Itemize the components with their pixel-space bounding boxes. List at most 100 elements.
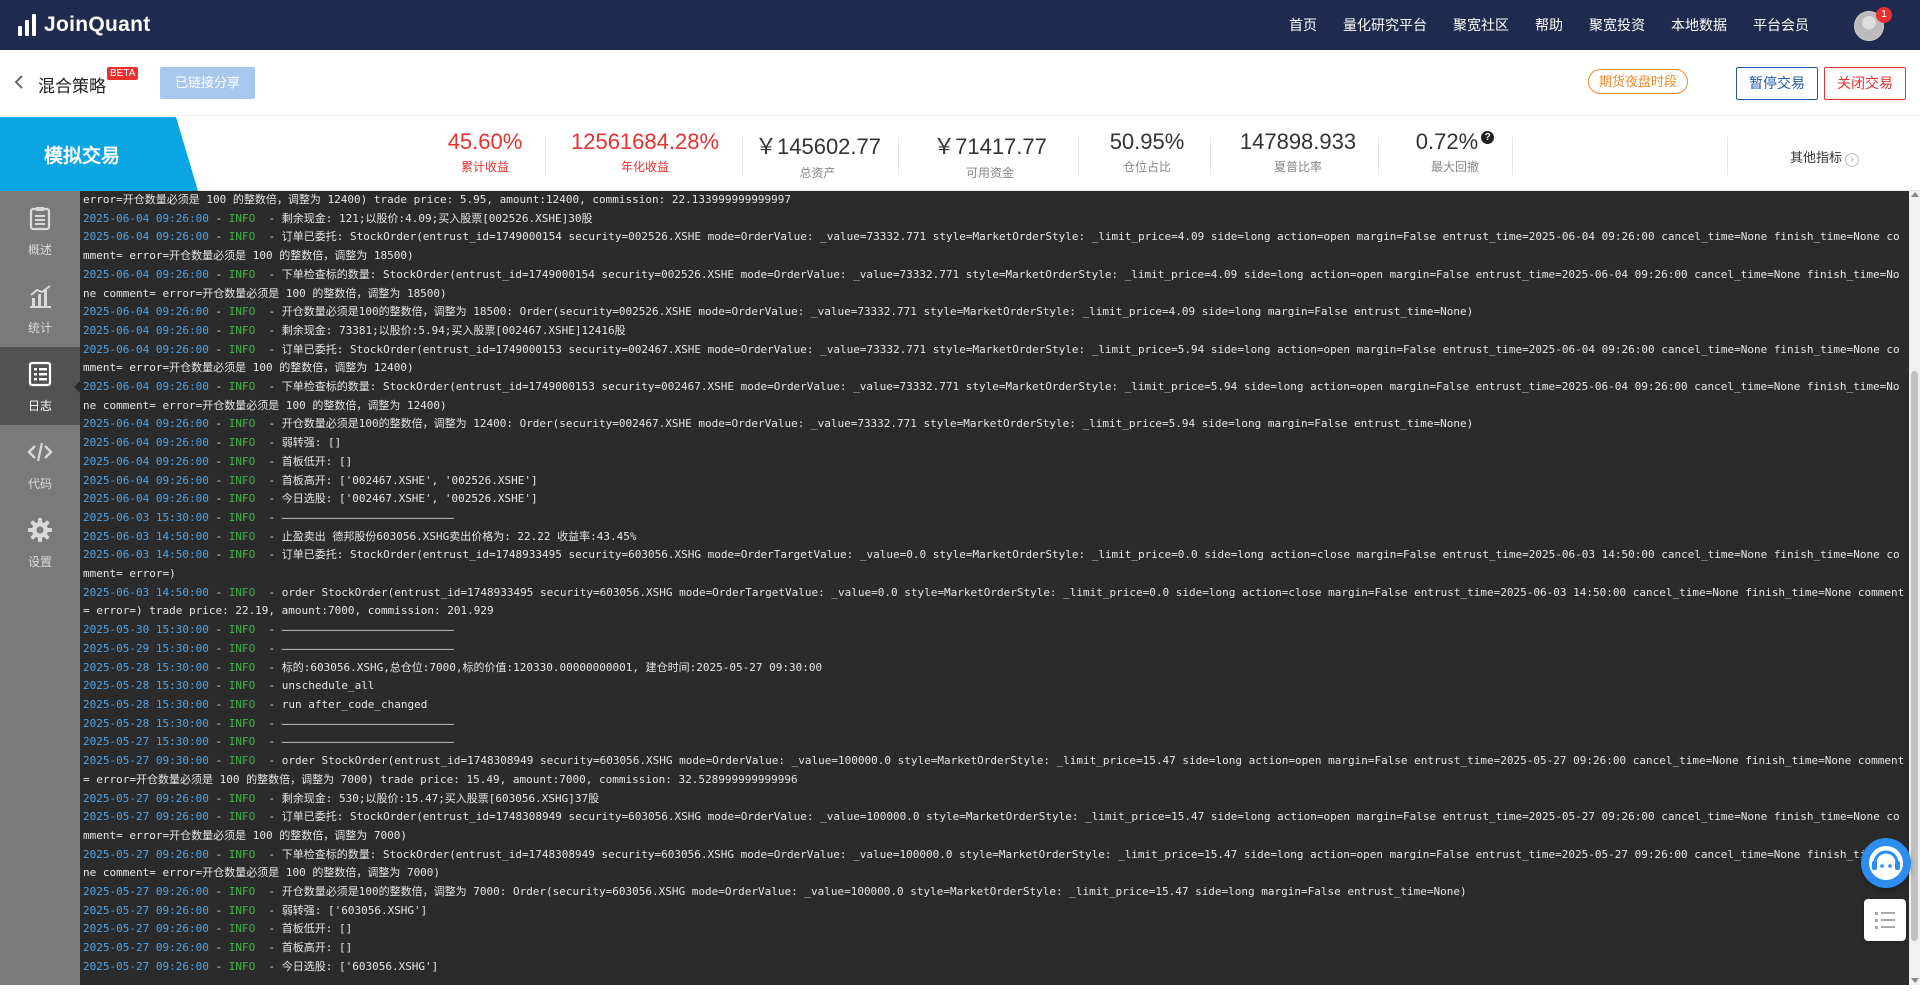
- night-session-badge: 期货夜盘时段: [1588, 69, 1689, 94]
- log-timestamp: 2025-06-03 14:50:00: [83, 529, 209, 543]
- share-link-button[interactable]: 已链接分享: [160, 67, 255, 99]
- left-sidebar: 概述 统计 日志 代码 设置: [0, 191, 81, 991]
- scroll-thumb[interactable]: [1911, 371, 1918, 941]
- nav-item-local-data[interactable]: 本地数据: [1658, 15, 1740, 35]
- pause-trading-button[interactable]: 暂停交易: [1736, 67, 1818, 100]
- other-metrics-link[interactable]: 其他指标 ›: [1790, 147, 1860, 167]
- nav-item-membership[interactable]: 平台会员: [1740, 15, 1822, 35]
- metric-label: 夏普比率: [1273, 160, 1322, 174]
- divider: [898, 137, 899, 175]
- sidebar-item-label: 概述: [27, 243, 52, 257]
- log-message: 首板低开: []: [281, 454, 353, 468]
- notification-badge[interactable]: 1: [1876, 7, 1892, 23]
- brand-name: JoinQuant: [44, 13, 151, 36]
- close-trading-button[interactable]: 关闭交易: [1824, 67, 1906, 100]
- log-line: 2025-05-27 09:26:00 - INFO - 首板高开: []: [83, 941, 353, 955]
- log-timestamp: 2025-06-04 09:26:00: [83, 417, 209, 431]
- sidebar-item-statistics[interactable]: 统计: [0, 269, 80, 347]
- log-line: 2025-05-27 09:26:00 - INFO - 剩余现金: 530;以…: [83, 791, 600, 805]
- log-level: INFO: [228, 623, 256, 637]
- nav-item-research[interactable]: 量化研究平台: [1330, 15, 1440, 35]
- log-level: INFO: [228, 305, 256, 319]
- log-level: INFO: [228, 473, 256, 487]
- metric-position-ratio: 50.95% 仓位占比: [1097, 129, 1197, 175]
- list-icon: [1875, 912, 1895, 929]
- log-line: 2025-05-30 15:30:00 - INFO - ———————————…: [83, 623, 454, 637]
- log-message: ——————————————————————————: [281, 716, 454, 730]
- log-line: 2025-05-27 09:26:00 - INFO - 弱转强: ['6030…: [83, 903, 428, 917]
- log-level: INFO: [228, 660, 256, 674]
- metric-cumulative-return: 45.60% 累计收益: [430, 129, 540, 175]
- log-line: 2025-06-03 15:30:00 - INFO - ———————————…: [83, 510, 454, 524]
- log-level: INFO: [228, 903, 256, 917]
- log-timestamp: 2025-06-04 09:26:00: [83, 492, 209, 506]
- log-timestamp: 2025-06-03 15:30:00: [83, 510, 209, 524]
- log-level: INFO: [228, 885, 256, 899]
- log-message: 订单已委托: StockOrder(entrust_id=1748308949 …: [83, 810, 1900, 842]
- log-level: INFO: [228, 941, 256, 955]
- metric-label: 最大回撤: [1430, 160, 1479, 174]
- sidebar-item-label: 日志: [27, 399, 52, 413]
- log-message: 止盈卖出 德邦股份603056.XSHG卖出价格为: 22.22 收益率:43.…: [281, 529, 637, 543]
- scroll-up-arrow-icon[interactable]: [1911, 192, 1919, 197]
- log-message: 下单检查标的数量: StockOrder(entrust_id=17483089…: [83, 847, 1900, 880]
- brand-logo[interactable]: JoinQuant: [18, 11, 151, 39]
- metric-value: ￥71417.77: [933, 134, 1047, 159]
- sim-trading-tab[interactable]: 模拟交易: [0, 117, 200, 191]
- log-timestamp: 2025-06-04 09:26:00: [83, 230, 209, 244]
- log-timestamp: 2025-05-27 09:26:00: [83, 810, 209, 824]
- nav-item-community[interactable]: 聚宽社区: [1440, 15, 1522, 35]
- log-level: INFO: [228, 529, 256, 543]
- log-timestamp: 2025-05-28 15:30:00: [83, 679, 209, 693]
- help-icon[interactable]: ?: [1481, 131, 1495, 144]
- log-line: 2025-06-04 09:26:00 - INFO - 订单已委托: Stoc…: [83, 342, 1900, 375]
- log-timestamp: 2025-06-03 14:50:00: [83, 585, 209, 599]
- nav-item-invest[interactable]: 聚宽投资: [1576, 15, 1658, 35]
- metrics-bar: 模拟交易 45.60% 累计收益 12561684.28% 年化收益 ￥1456…: [0, 117, 1920, 191]
- log-timestamp: 2025-06-04 09:26:00: [83, 211, 209, 225]
- toc-list-button[interactable]: [1864, 899, 1906, 941]
- log-level: INFO: [228, 436, 256, 450]
- log-message: 今日选股: ['002467.XSHE', '002526.XSHE']: [281, 492, 538, 506]
- log-timestamp: 2025-05-30 15:30:00: [83, 623, 209, 637]
- divider: [1078, 137, 1079, 175]
- log-message: 剩余现金: 530;以股价:15.47;买入股票[603056.XSHG]37股: [281, 791, 600, 805]
- strategy-header: 混合策略 BETA 已链接分享 期货夜盘时段 暂停交易 关闭交易: [0, 50, 1920, 116]
- log-line: 2025-05-28 15:30:00 - INFO - run after_c…: [83, 697, 428, 711]
- nav-item-help[interactable]: 帮助: [1522, 15, 1576, 35]
- log-level: INFO: [228, 380, 256, 394]
- bottom-edge: [0, 985, 1920, 991]
- metric-available-cash: ￥71417.77 可用资金: [930, 129, 1050, 181]
- log-timestamp: 2025-06-04 09:26:00: [83, 267, 209, 281]
- logo-icon: [18, 14, 36, 36]
- log-level: INFO: [228, 417, 256, 431]
- log-level: INFO: [228, 342, 256, 356]
- clipboard-icon: [27, 205, 53, 231]
- chevron-left-icon[interactable]: [14, 74, 30, 92]
- metric-label: 可用资金: [965, 166, 1014, 180]
- bar-chart-icon: [27, 283, 53, 309]
- log-level: INFO: [228, 791, 256, 805]
- log-message: 开仓数量必须是100的整数倍，调整为 12400: Order(security…: [281, 417, 1474, 431]
- log-panel[interactable]: error=开仓数量必须是 100 的整数倍，调整为 12400) trade …: [80, 191, 1910, 985]
- customer-service-button[interactable]: [1861, 838, 1911, 888]
- sidebar-item-code[interactable]: 代码: [0, 425, 80, 503]
- log-level: INFO: [228, 548, 256, 562]
- log-line: 2025-06-04 09:26:00 - INFO - 下单检查标的数量: S…: [83, 380, 1900, 412]
- log-line: 2025-05-28 15:30:00 - INFO - unschedule_…: [83, 679, 375, 693]
- beta-badge: BETA: [107, 67, 139, 80]
- nav-item-home[interactable]: 首页: [1276, 15, 1330, 35]
- sidebar-item-label: 设置: [27, 555, 52, 569]
- log-timestamp: 2025-06-04 09:26:00: [83, 342, 209, 356]
- log-message: 标的:603056.XSHG,总仓位:7000,标的价值:120330.0000…: [281, 660, 823, 674]
- metric-value: 45.60%: [447, 129, 523, 154]
- sidebar-item-overview[interactable]: 概述: [0, 191, 80, 269]
- metric-label: 累计收益: [460, 160, 509, 174]
- log-line: 2025-06-04 09:26:00 - INFO - 订单已委托: Stoc…: [83, 230, 1900, 263]
- log-level: INFO: [228, 230, 256, 244]
- sidebar-item-settings[interactable]: 设置: [0, 503, 80, 581]
- scroll-down-arrow-icon[interactable]: [1911, 978, 1919, 983]
- sidebar-item-log[interactable]: 日志: [0, 347, 81, 425]
- log-timestamp: 2025-06-04 09:26:00: [83, 454, 209, 468]
- log-message: 剩余现金: 73381;以股价:5.94;买入股票[002467.XSHE]12…: [281, 323, 626, 337]
